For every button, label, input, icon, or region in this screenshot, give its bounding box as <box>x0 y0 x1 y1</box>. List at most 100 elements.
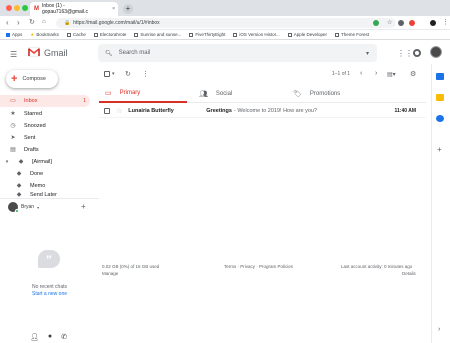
bookmark-electoralvote[interactable]: ElectoralVote <box>93 32 126 37</box>
inbox-icon: ▭ <box>10 98 16 104</box>
minimize-window-button[interactable] <box>14 5 20 11</box>
nav-item-airmail[interactable]: ▾ ◆ [Airmail] <box>0 156 90 168</box>
online-status-icon <box>15 209 19 213</box>
nav-item-memo[interactable]: ◆ Memo <box>0 180 90 192</box>
send-icon: ➤ <box>10 135 16 141</box>
google-apps-icon[interactable]: ⋮⋮ <box>397 49 413 58</box>
tag-icon: 🏷︎ <box>293 90 302 98</box>
bookmark-cache[interactable]: Cache <box>66 32 86 37</box>
bookmark-apple-developer[interactable]: Apple Developer <box>287 32 327 37</box>
unread-count: 1 <box>83 98 86 104</box>
gmail-favicon-icon: M <box>34 6 39 12</box>
nav-item-inbox[interactable]: ▭ Inbox 1 <box>0 95 90 107</box>
star-icon[interactable]: ☆ <box>116 107 122 115</box>
hangouts-user-name: Bryan <box>21 204 35 210</box>
tasks-icon[interactable] <box>436 115 444 122</box>
hangouts-user[interactable]: Bryan ▾ <box>8 202 39 213</box>
bookmark-sunrise[interactable]: Sunrise and sunse... <box>134 32 181 37</box>
tab-social[interactable]: 👥︎ Social <box>193 84 287 103</box>
star-icon: ★ <box>30 31 35 37</box>
page-icon <box>233 32 238 37</box>
activity-details-link[interactable]: Details <box>402 271 416 276</box>
label-icon: ◆ <box>18 159 24 165</box>
settings-gear-icon[interactable]: ⚙ <box>410 70 416 78</box>
bookmark-bookmarks[interactable]: ★ Bookmarks <box>30 32 59 38</box>
tab-primary[interactable]: ▭ Primary <box>99 84 187 103</box>
label-icon: ◆ <box>16 171 22 177</box>
storage-usage: 0.02 GB (0%) of 15 GB used <box>102 264 160 269</box>
select-all-checkbox[interactable] <box>104 71 110 77</box>
nav-item-sent[interactable]: ➤ Sent <box>0 132 90 144</box>
clock-icon: ◷ <box>10 123 16 129</box>
nav-item-drafts[interactable]: ▤ Drafts <box>0 144 90 156</box>
email-snippet: - Welcome to 2019! How are you? <box>233 107 318 114</box>
forward-icon[interactable]: › <box>17 18 20 27</box>
browser-menu-icon[interactable]: ⋮ <box>442 18 449 26</box>
notifications-icon[interactable] <box>413 49 421 57</box>
nav-item-snoozed[interactable]: ◷ Snoozed <box>0 120 90 132</box>
nav-item-starred[interactable]: ★ Starred <box>0 108 90 120</box>
gmail-brand: Gmail <box>44 48 68 58</box>
account-avatar[interactable] <box>430 46 442 58</box>
prev-page-icon[interactable]: ‹ <box>360 70 362 77</box>
refresh-icon[interactable]: ↻ <box>125 70 131 78</box>
email-time: 11:40 AM <box>394 107 417 114</box>
start-chat-link[interactable]: Start a new one <box>0 291 99 297</box>
search-options-icon[interactable]: ▾ <box>366 50 369 57</box>
tab-close-icon[interactable]: × <box>112 6 115 12</box>
add-chat-icon[interactable]: + <box>81 202 86 211</box>
user-avatar <box>8 202 19 213</box>
expand-panel-icon[interactable]: › <box>438 326 440 333</box>
chat-bubble-icon: " <box>38 250 60 268</box>
select-dropdown-icon[interactable]: ▾ <box>112 71 115 77</box>
bookmark-star-icon[interactable]: ☆ <box>387 19 392 26</box>
extension-green-icon[interactable] <box>373 20 379 26</box>
bookmark-apps[interactable]: Apps <box>6 32 22 37</box>
hangouts-bottom-bar: 👤︎ ● ✆ <box>30 333 67 341</box>
expand-arrow-icon[interactable]: ▾ <box>4 159 10 165</box>
page-icon <box>334 32 339 37</box>
bookmark-ios-version[interactable]: iOS Version Histor... <box>233 32 280 37</box>
email-row[interactable]: ☆ Lunairia Butterfly Greetings - Welcome… <box>99 104 426 118</box>
page-icon <box>66 32 71 37</box>
new-tab-button[interactable]: + <box>123 4 133 14</box>
input-tools-icon[interactable]: ▤▾ <box>387 71 396 78</box>
reload-icon[interactable]: ↻ <box>29 18 35 26</box>
keep-icon[interactable] <box>436 94 444 101</box>
page-icon <box>287 32 292 37</box>
calendar-icon[interactable] <box>436 73 444 80</box>
extension-red-icon[interactable] <box>409 20 415 26</box>
add-addon-icon[interactable]: + <box>437 145 442 154</box>
lock-icon: 🔒 <box>64 20 71 26</box>
back-icon[interactable]: ‹ <box>6 18 9 27</box>
browser-tab[interactable]: M Inbox (1) - gopau7163@gmail.c × <box>30 2 118 16</box>
more-options-icon[interactable]: ⋮ <box>142 70 149 78</box>
home-icon[interactable]: ⌂ <box>42 19 46 25</box>
profile-icon[interactable] <box>430 20 436 26</box>
bookmark-fivethirtyeight[interactable]: FiveThirtyEight <box>189 32 225 37</box>
nav-divider <box>0 198 99 199</box>
bookmark-theme-forest[interactable]: Theme Forest <box>334 32 369 37</box>
search-input[interactable]: 🔍︎ Search mail ▾ <box>98 44 377 62</box>
email-sender: Lunairia Butterfly <box>128 107 174 114</box>
page-icon <box>93 32 98 37</box>
hangouts-icon[interactable]: ● <box>48 333 52 341</box>
tab-promotions[interactable]: 🏷︎ Promotions <box>287 84 387 103</box>
extension-grey-icon[interactable] <box>398 20 404 26</box>
footer-links[interactable]: Terms · Privacy · Program Policies <box>224 264 293 269</box>
maximize-window-button[interactable] <box>22 5 28 11</box>
draft-icon: ▤ <box>10 147 16 153</box>
person-icon[interactable]: 👤︎ <box>30 333 39 341</box>
address-bar[interactable]: 🔒 https://mail.google.com/mail/u/1/#inbox <box>56 18 396 28</box>
pagination-text: 1–1 of 1 <box>332 71 351 77</box>
email-checkbox[interactable] <box>104 107 110 114</box>
close-window-button[interactable] <box>6 5 12 11</box>
chevron-down-icon[interactable]: ▾ <box>37 205 39 210</box>
nav-item-done[interactable]: ◆ Done <box>0 168 90 180</box>
main-menu-icon[interactable]: ☰ <box>10 50 17 59</box>
next-page-icon[interactable]: › <box>375 70 377 77</box>
search-icon[interactable]: 🔍︎ <box>105 50 113 57</box>
phone-icon[interactable]: ✆ <box>61 333 67 341</box>
manage-storage-link[interactable]: Manage <box>102 271 118 276</box>
compose-button[interactable]: + Compose <box>6 70 58 88</box>
